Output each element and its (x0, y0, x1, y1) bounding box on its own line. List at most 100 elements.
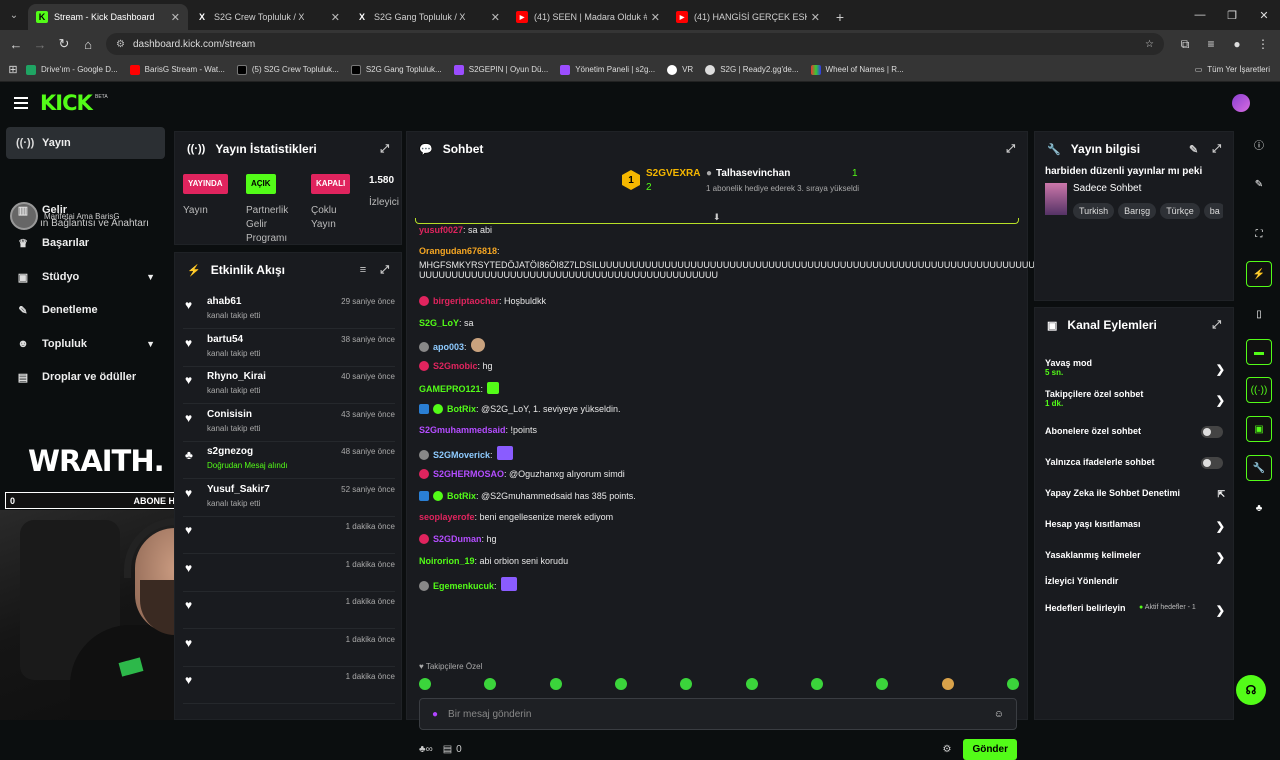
sidebar-item-topluluk[interactable]: ☻ Topluluk ▼ (6, 328, 165, 360)
tag-chip[interactable]: Turkish (1073, 203, 1115, 219)
chat-list-icon[interactable]: ▤ (443, 744, 452, 755)
filter-icon[interactable]: ≡ (360, 264, 366, 276)
lightning-tool-icon[interactable]: ⚡ (1246, 261, 1272, 287)
channel-tool-icon[interactable]: ▣ (1246, 416, 1272, 442)
menu-icon[interactable]: ⋮ (1250, 37, 1276, 52)
people-tool-icon[interactable]: ♣ (1246, 495, 1272, 521)
chat-username[interactable]: BotRix (447, 491, 476, 501)
collapse-pin-icon[interactable]: ⬇ (713, 212, 721, 223)
event-item[interactable]: ♥ 1 dakika önce (183, 668, 395, 704)
emote-icon[interactable] (680, 678, 693, 690)
chat-username[interactable]: S2GMoverick (433, 450, 490, 460)
account-age-row[interactable]: Hesap yaşı kısıtlaması ❯ (1045, 519, 1225, 533)
sub-chat-toggle[interactable] (1201, 426, 1223, 438)
chat-username[interactable]: birgeriptaochar (433, 296, 499, 306)
expand-icon[interactable]: ⤢ (1212, 143, 1221, 156)
new-tab-button[interactable]: + (828, 4, 852, 30)
event-item[interactable]: ♥ 1 dakika önce (183, 631, 395, 667)
event-item[interactable]: ♥ Conisisin kanalı takip etti 43 saniye önc… (183, 406, 395, 442)
chat-message[interactable]: Orangudan676818: (419, 245, 1019, 257)
expand-icon[interactable]: ⤢ (1212, 319, 1221, 332)
reload-icon[interactable]: ↻ (52, 36, 76, 52)
close-tab-icon[interactable]: ✕ (651, 11, 660, 24)
chat-message[interactable]: seoplayerofe: beni engellesenize merek e… (419, 511, 1019, 523)
chat-username[interactable]: apo003 (433, 342, 464, 352)
emote-chat-toggle[interactable] (1201, 457, 1223, 469)
chat-message[interactable]: apo003: (419, 338, 1019, 353)
chat-username[interactable]: S2GHERMOSAO (433, 469, 504, 479)
chat-username[interactable]: seoplayerofe (419, 512, 475, 522)
chat-message[interactable]: Egemenkucuk: (419, 577, 1019, 592)
restore-icon[interactable]: ❐ (1216, 0, 1248, 30)
chat-message[interactable]: S2Gmuhammedsaid: !points (419, 424, 1019, 436)
emote-icon[interactable] (1006, 678, 1019, 690)
event-item[interactable]: ♥ ahab61 kanalı takip etti 29 saniye önce (183, 293, 395, 329)
sidebar-item-basarilar[interactable]: ♛ Başarılar (6, 227, 165, 259)
chat-username[interactable]: GAMEPRO121 (419, 384, 481, 394)
tab-s2g-gang[interactable]: X S2G Gang Topluluk / X ✕ (348, 4, 508, 30)
kick-logo[interactable]: KICK (40, 91, 93, 115)
chat-message[interactable]: S2GDuman: hg (419, 533, 1019, 545)
chat-username[interactable]: S2Gmuhammedsaid (419, 425, 506, 435)
expand-icon[interactable]: ⤢ (380, 143, 389, 156)
chat-username[interactable]: Egemenkucuk (433, 581, 494, 591)
chat-message[interactable]: UUUUUUUUUUUUUUUUUUUUUUUUUUUUUUUUUUUUUUUU… (419, 269, 1019, 281)
chat-message[interactable]: BotRix: @S2Gmuhammedsaid has 385 points. (419, 490, 1019, 502)
sidebar-item-gelir[interactable]: ▥ Gelir (6, 194, 165, 226)
mic-icon[interactable]: ● (432, 709, 438, 720)
chat-message[interactable]: S2Gmobic: hg (419, 360, 1019, 372)
send-button[interactable]: Gönder (963, 738, 1017, 760)
chat-username[interactable]: yusuf0027 (419, 225, 463, 235)
bookmark-item[interactable]: S2G Gang Topluluk... (350, 64, 442, 75)
sidebar-item-yayin[interactable]: ((·)) Yayın (6, 127, 165, 159)
extensions-icon[interactable]: ⧉ (1172, 37, 1198, 52)
chat-username[interactable]: Noirorion_19 (419, 556, 475, 566)
goals-row[interactable]: Hedefleri belirleyin ● Aktif hedefler - 1… (1045, 603, 1225, 617)
bookmark-item[interactable]: (5) S2G Crew Topluluk... (236, 64, 339, 75)
bookmark-item[interactable]: VR (667, 64, 693, 75)
chat-username[interactable]: BotRix (447, 404, 476, 414)
emote-icon[interactable] (419, 678, 431, 690)
tab-search-icon[interactable]: ⌄ (0, 0, 28, 30)
all-bookmarks[interactable]: ▭ Tüm Yer İşaretleri (1195, 65, 1270, 74)
close-tab-icon[interactable]: ✕ (331, 11, 340, 24)
chat-username[interactable]: S2Gmobic (433, 361, 478, 371)
bookmark-item[interactable]: Wheel of Names | R... (810, 64, 904, 75)
redirect-row[interactable]: İzleyici Yönlendir (1045, 576, 1225, 586)
expand-icon[interactable]: ⤢ (1006, 143, 1015, 156)
chat-username[interactable]: S2G_LoY (419, 318, 459, 328)
chat-message[interactable]: birgeriptaochar: Hoşbuldkk (419, 295, 1019, 307)
back-icon[interactable]: ← (4, 37, 28, 52)
ai-mod-row[interactable]: Yapay Zeka ile Sohbet Denetimi ⇱ (1045, 488, 1225, 499)
chat-tool-icon[interactable]: ▬ (1246, 339, 1272, 365)
close-tab-icon[interactable]: ✕ (811, 11, 820, 24)
sidebar-item-denetleme[interactable]: ✎ Denetleme (6, 294, 165, 326)
banned-words-row[interactable]: Yasaklanmış kelimeler ❯ (1045, 550, 1225, 564)
sidebar-item-studyo[interactable]: ▣ Stüdyo ▼ (6, 261, 165, 293)
tag-chip[interactable]: Türkçe (1160, 203, 1200, 219)
chat-username[interactable]: S2GDuman (433, 534, 482, 544)
wrench-tool-icon[interactable]: 🔧 (1246, 455, 1272, 481)
chat-message[interactable]: Noirorion_19: abi orbion seni korudu (419, 555, 1019, 567)
bookmark-star-icon[interactable]: ☆ (1145, 39, 1154, 50)
chat-message[interactable]: yusuf0027: sa abi (419, 224, 1019, 236)
emote-icon[interactable] (745, 678, 758, 690)
site-info-icon[interactable]: ⚙ (116, 39, 125, 50)
expand-icon[interactable]: ⤢ (380, 264, 389, 277)
event-item[interactable]: ♥ Yusuf_Sakir7 kanalı takip etti 52 saniye … (183, 481, 395, 517)
chat-message[interactable]: S2GHERMOSAO: @Oguzhanxg alıyorum simdi (419, 468, 1019, 480)
emote-icon[interactable] (876, 678, 889, 690)
profile-avatar[interactable]: ● (1224, 37, 1250, 52)
bookmark-item[interactable]: S2G | Ready2.gg'de... (705, 64, 799, 75)
points-icon[interactable]: ♣∞ (419, 744, 433, 755)
emote-icon[interactable] (810, 678, 823, 690)
event-item[interactable]: ♣ s2gnezog Doğrudan Mesaj alındı 48 saniye … (183, 443, 395, 479)
chat-message[interactable]: S2GMoverick: (419, 446, 1019, 461)
bookmark-item[interactable]: Drive'ım - Google D... (26, 64, 118, 75)
bookmark-item[interactable]: S2GEPIN | Oyun Dü... (453, 64, 548, 75)
fullscreen-icon[interactable]: ⛶ (1246, 221, 1272, 247)
emote-icon[interactable] (484, 678, 497, 690)
tab-youtube-hangisi[interactable]: ▶ (41) HANGİSİ GERÇEK ESKİ SEV ✕ (668, 4, 828, 30)
chat-message[interactable]: S2G_LoY: sa (419, 317, 1019, 329)
info-icon[interactable]: ⓘ (1246, 131, 1272, 157)
